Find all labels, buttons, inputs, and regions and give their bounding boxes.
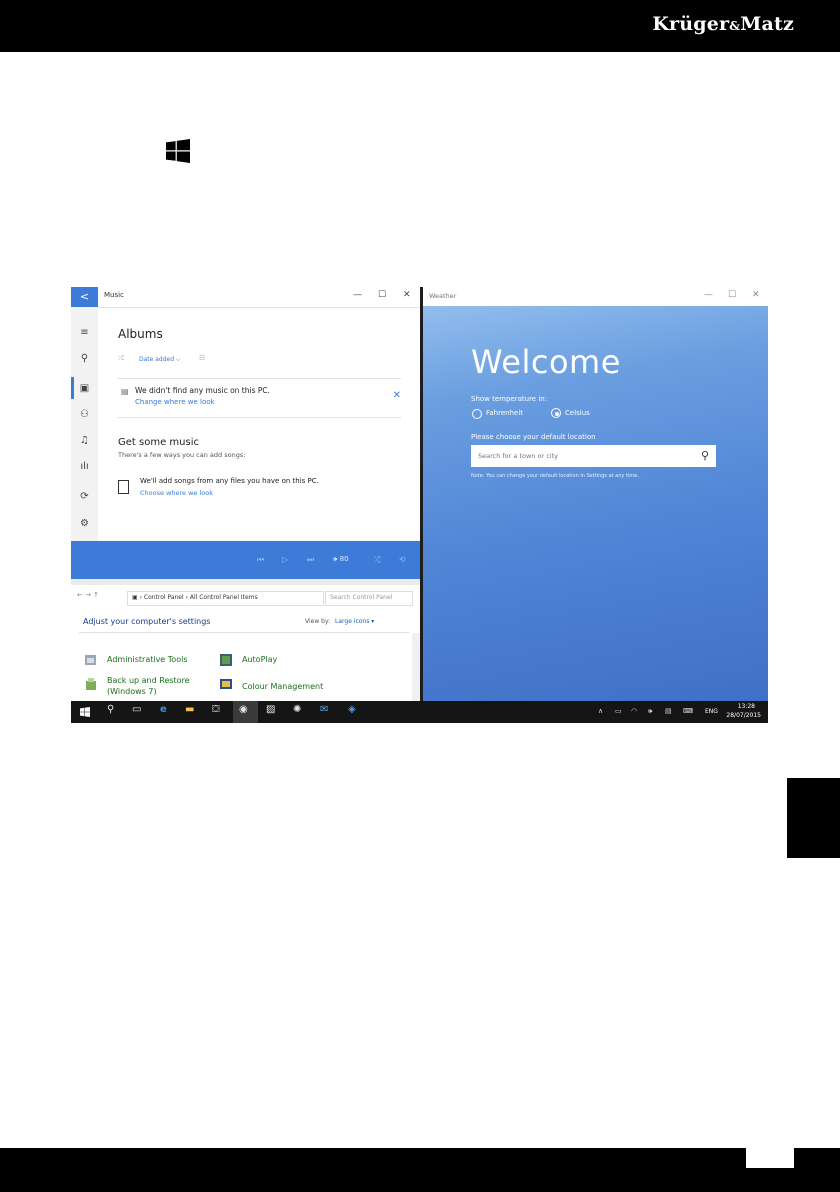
backup-icon (86, 678, 96, 690)
scrollbar[interactable] (412, 633, 420, 709)
divider (79, 632, 409, 633)
music-window: < Music — ☐ ✕ ≡ ⚲ ▣ ⚇ ♫ ılı ⟳ ⚙ Albums ⤮… (71, 287, 421, 579)
section-title: Get some music (118, 437, 199, 448)
settings-icon[interactable]: ⚙ (71, 518, 98, 529)
weather-window: Weather — ☐ ✕ Welcome Show temperature i… (423, 287, 768, 701)
wifi-icon[interactable]: ◠ (631, 707, 637, 715)
temperature-label: Show temperature in: (471, 395, 548, 403)
back-button[interactable]: < (71, 287, 98, 307)
change-location-link[interactable]: Change where we look (135, 398, 215, 406)
keyboard-icon[interactable]: ⌨ (683, 707, 693, 715)
control-panel-item[interactable]: Administrative Tools (107, 655, 187, 664)
mail-icon[interactable]: ✉ (320, 704, 328, 715)
select-icon[interactable]: ☷ (199, 354, 205, 362)
task-view-icon[interactable]: ▭ (132, 704, 141, 715)
notifications-icon[interactable]: ▤ (665, 707, 672, 715)
location-note: Note: You can change your default locati… (471, 473, 639, 479)
songs-icon[interactable]: ♫ (71, 435, 98, 446)
battery-icon[interactable]: ▭ (615, 707, 622, 715)
welcome-heading: Welcome (471, 343, 621, 381)
language-indicator[interactable]: ENG (705, 708, 718, 715)
explorer-icon[interactable]: ▬ (185, 704, 194, 715)
nav-arrows[interactable]: ← → ↑ (77, 591, 99, 599)
now-playing-icon[interactable]: ılı (71, 461, 98, 472)
weather-icon[interactable]: ◈ (348, 704, 356, 715)
search-icon[interactable]: ⚲ (71, 353, 98, 364)
location-label: Please choose your default location (471, 433, 596, 441)
screenshot-figure: < Music — ☐ ✕ ≡ ⚲ ▣ ⚇ ♫ ılı ⟳ ⚙ Albums ⤮… (71, 287, 768, 723)
search-icon[interactable]: ⚲ (701, 449, 709, 462)
hamburger-icon[interactable]: ≡ (71, 327, 98, 338)
admin-tools-icon (85, 655, 96, 665)
windows-logo-icon (166, 139, 190, 163)
artists-icon[interactable]: ⚇ (71, 409, 98, 420)
player-bar: ⏮ ▷ ⏭ 🕪 80 ⤮ ⟲ (71, 541, 421, 579)
shuffle-icon[interactable]: ⤮ (118, 354, 124, 363)
sync-icon[interactable]: ⟳ (71, 491, 98, 502)
weather-titlebar: Weather — ☐ ✕ (423, 287, 768, 306)
fahrenheit-label[interactable]: Fahrenheit (486, 409, 523, 417)
volume-icon[interactable]: 🕪 (648, 707, 652, 716)
colour-management-icon (220, 679, 232, 689)
nav-rail (71, 307, 98, 541)
celsius-label[interactable]: Celsius (565, 409, 590, 417)
control-panel-heading: Adjust your computer's settings (83, 617, 211, 626)
play-icon[interactable]: ▷ (282, 555, 288, 564)
music-library-icon: ▤ (121, 387, 129, 396)
search-icon[interactable]: ⚲ (107, 704, 114, 715)
start-icon[interactable] (80, 707, 90, 717)
search-input[interactable]: Search Control Panel (325, 591, 413, 606)
choose-location-link[interactable]: Choose where we look (140, 489, 213, 497)
clock-date[interactable]: 28/07/2015 (726, 712, 761, 719)
control-panel-titlebar (71, 579, 421, 585)
control-panel-item[interactable]: AutoPlay (242, 655, 277, 664)
close-button[interactable]: ✕ (752, 290, 760, 300)
photos-icon[interactable]: ▨ (266, 704, 275, 715)
brand-logo: Krüger&Matz (652, 13, 794, 35)
section-subtitle: There's a few ways you can add songs: (118, 451, 246, 459)
control-panel-item[interactable]: Colour Management (242, 682, 323, 691)
page-title: Albums (118, 327, 163, 341)
store-icon[interactable]: ⛋ (212, 704, 220, 715)
close-button[interactable]: ✕ (403, 290, 411, 300)
page-number-box (746, 1148, 794, 1168)
autoplay-icon (220, 654, 232, 666)
control-panel-item-subtitle[interactable]: (Windows 7) (107, 687, 157, 696)
chevron-up-icon[interactable]: ∧ (598, 707, 603, 715)
fahrenheit-radio[interactable] (472, 409, 482, 419)
window-title: Weather (429, 292, 457, 300)
notice-text: We didn't find any music on this PC. (135, 386, 271, 395)
xbox-icon[interactable]: ✺ (293, 704, 301, 715)
control-panel-item[interactable]: Back up and Restore (107, 676, 190, 685)
view-by-dropdown[interactable]: Large icons ▾ (335, 618, 374, 625)
footer-bar (0, 1148, 840, 1192)
clock-time[interactable]: 13:28 (738, 703, 755, 710)
view-by-label: View by: (305, 618, 331, 625)
edge-icon[interactable]: e (160, 704, 167, 715)
albums-icon[interactable]: ▣ (71, 383, 98, 394)
repeat-icon[interactable]: ⟲ (399, 555, 406, 564)
dismiss-icon[interactable]: ✕ (393, 390, 401, 401)
minimize-button[interactable]: — (353, 290, 362, 300)
side-tab (787, 778, 840, 858)
maximize-button[interactable]: ☐ (378, 290, 386, 300)
add-songs-text: We'll add songs from any files you have … (140, 477, 319, 485)
radio-selected-dot (555, 412, 559, 416)
window-title: Music (104, 291, 124, 299)
music-icon[interactable]: ◉ (239, 704, 248, 715)
next-icon[interactable]: ⏭ (307, 555, 314, 565)
shuffle-icon[interactable]: ⤮ (374, 555, 380, 565)
address-bar[interactable]: ▣ › Control Panel › All Control Panel It… (127, 591, 324, 606)
control-panel-window: ← → ↑ ▣ › Control Panel › All Control Pa… (71, 579, 421, 709)
sort-dropdown[interactable]: Date added ⌵ (139, 356, 181, 364)
previous-icon[interactable]: ⏮ (257, 555, 264, 565)
file-icon (118, 480, 129, 494)
maximize-button[interactable]: ☐ (728, 290, 736, 300)
volume-control[interactable]: 🕪 80 (333, 555, 349, 564)
music-titlebar: < Music — ☐ ✕ (71, 287, 421, 308)
minimize-button[interactable]: — (704, 290, 713, 300)
location-search-input[interactable] (471, 445, 716, 467)
taskbar: ⚲ ▭ e ▬ ⛋ ◉ ▨ ✺ ✉ ◈ ∧ ▭ ◠ 🕪 ▤ ⌨ ENG 13:2… (71, 701, 768, 723)
notice-banner: ▤ We didn't find any music on this PC. C… (118, 378, 401, 418)
